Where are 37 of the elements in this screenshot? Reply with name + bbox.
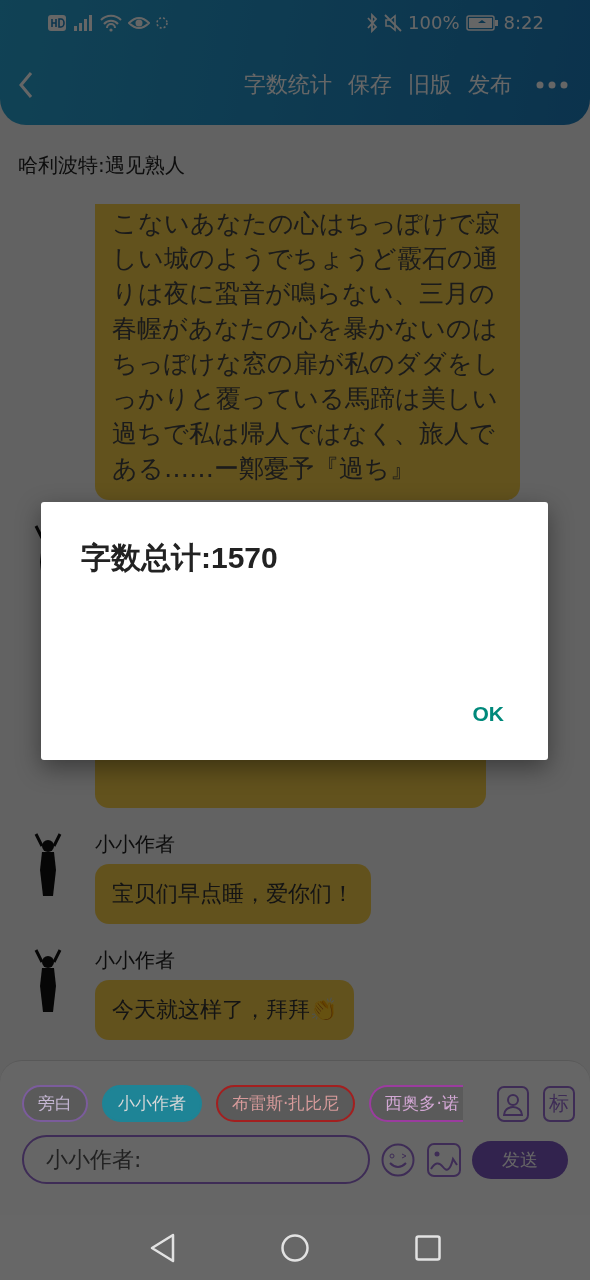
- character-chip[interactable]: 旁白: [22, 1085, 88, 1122]
- message-bubble: こないあなたの心はちっぽけで寂しい城のようでちょうど霰石の通りは夜に蛩音が鳴らない、三月の春幄があなたの心を暴かないのはちっぽけな窓の扉が私のダダをしっかりと覆っている馬蹄は美しい過ちで私は帰人ではなく、旅人である……ー鄭憂予『過ち』: [95, 204, 520, 500]
- message-bubble: 今天就这样了，拜拜👏: [95, 980, 354, 1040]
- character-chip[interactable]: 布雷斯·扎比尼: [216, 1085, 356, 1122]
- character-button[interactable]: [497, 1085, 529, 1122]
- clock-time: 8:22: [503, 12, 544, 33]
- message-input[interactable]: 小小作者:: [22, 1135, 370, 1184]
- toolbar-action[interactable]: 字数统计: [236, 70, 340, 100]
- wifi-icon: [100, 13, 122, 32]
- toolbar-action[interactable]: 发布: [460, 70, 520, 100]
- sender-name: 小小作者: [95, 948, 176, 972]
- sensor-icon: [156, 14, 168, 31]
- home-icon[interactable]: [281, 1233, 309, 1262]
- toolbar-action[interactable]: 保存: [340, 70, 400, 100]
- tag-button[interactable]: 标: [543, 1085, 575, 1122]
- more-icon[interactable]: [536, 81, 568, 89]
- signal-icon: [72, 13, 94, 32]
- sender-name: 小小作者: [95, 832, 176, 856]
- ok-button[interactable]: OK: [458, 698, 518, 730]
- hd-icon: [48, 14, 66, 31]
- dialog-message: 字数总计:1570: [81, 540, 279, 576]
- emoji-icon[interactable]: [381, 1142, 415, 1177]
- eye-icon: [128, 14, 150, 31]
- toolbar-action[interactable]: 旧版: [400, 70, 460, 100]
- bluetooth-icon: [366, 12, 379, 33]
- recents-icon[interactable]: [415, 1234, 441, 1261]
- back-icon[interactable]: [149, 1232, 175, 1263]
- character-chip[interactable]: 小小作者: [102, 1085, 202, 1122]
- document-title: 哈利波特:遇见熟人: [17, 152, 186, 179]
- battery-percent: 100%: [408, 12, 460, 33]
- send-button[interactable]: 发送: [472, 1140, 568, 1179]
- person-icon: [503, 1091, 523, 1116]
- mute-icon: [384, 13, 403, 32]
- battery-icon: [465, 14, 498, 31]
- image-icon[interactable]: [427, 1142, 461, 1177]
- message-bubble: 宝贝们早点睡，爱你们！: [95, 864, 371, 924]
- character-chip[interactable]: 西奥多·诺: [369, 1085, 463, 1122]
